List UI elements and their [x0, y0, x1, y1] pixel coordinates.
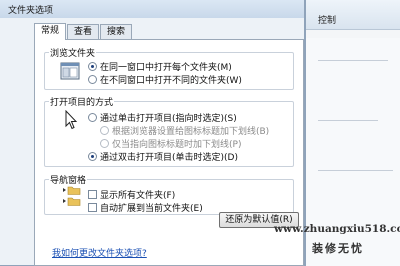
browse-same-window-label: 在同一窗口中打开每个文件夹(M) [100, 63, 232, 73]
folder-window-icon [60, 62, 80, 83]
radio-indicator [88, 75, 97, 84]
watermark-url: www.zhuangxiu518.com [274, 223, 400, 235]
double-click-open-radio[interactable]: 通过双击打开项目(单击时选定)(D) [88, 150, 238, 163]
checkbox-indicator [88, 190, 97, 199]
tab-general[interactable]: 常规 [34, 23, 67, 40]
single-click-open-radio[interactable]: 通过单击打开项目(指向时选定)(S) [88, 111, 237, 124]
tab-content-general: 浏览文件夹 在同一窗口中打开每个文件夹(M) 在不同窗口中打开不同的文件夹(W)… [34, 39, 304, 266]
browse-new-window-label: 在不同窗口中打开不同的文件夹(W) [100, 76, 242, 86]
show-all-folders-checkbox[interactable]: 显示所有文件夹(F) [88, 188, 175, 201]
dialog-title: 文件夹选项 [8, 6, 54, 16]
radio-indicator [88, 152, 97, 161]
double-click-open-label: 通过双击打开项目(单击时选定)(D) [100, 153, 238, 163]
radio-indicator [88, 62, 97, 71]
underline-browser-label: 根据浏览器设置给图标标题加下划线(B) [112, 127, 270, 137]
underline-hover-radio[interactable]: 仅当指向图标标题时加下划线(P) [100, 137, 241, 150]
tab-view[interactable]: 查看 [67, 24, 100, 39]
folder-tree-icon [60, 185, 84, 212]
show-all-folders-label: 显示所有文件夹(F) [100, 191, 176, 201]
checkbox-indicator [88, 203, 97, 212]
radio-indicator [100, 126, 109, 135]
browse-new-window-radio[interactable]: 在不同窗口中打开不同的文件夹(W) [88, 73, 242, 86]
folder-options-dialog: 文件夹选项 常规 查看 搜索 浏览文件夹 在同一窗口中打开每个文件夹(M) 在不… [0, 0, 306, 266]
tab-search[interactable]: 搜索 [100, 24, 133, 39]
auto-expand-checkbox[interactable]: 自动扩展到当前文件夹(E) [88, 201, 203, 214]
tab-strip: 常规 查看 搜索 [34, 23, 133, 40]
open-items-legend: 打开项目的方式 [50, 98, 114, 108]
browse-same-window-radio[interactable]: 在同一窗口中打开每个文件夹(M) [88, 60, 232, 73]
background-control-panel-label: 控制 [318, 16, 337, 26]
watermark-text: 装修无忧 [312, 242, 364, 255]
cursor-click-icon [64, 109, 78, 133]
single-click-open-label: 通过单击打开项目(指向时选定)(S) [100, 114, 237, 124]
dialog-titlebar[interactable]: 文件夹选项 [0, 0, 304, 18]
underline-hover-label: 仅当指向图标标题时加下划线(P) [112, 140, 242, 150]
background-divider [318, 120, 378, 121]
background-divider [318, 170, 393, 171]
auto-expand-label: 自动扩展到当前文件夹(E) [100, 204, 203, 214]
underline-browser-radio[interactable]: 根据浏览器设置给图标标题加下划线(B) [100, 124, 269, 137]
background-divider [318, 60, 388, 61]
folder-options-help-link[interactable]: 我如何更改文件夹选项? [52, 246, 147, 259]
browse-folders-legend: 浏览文件夹 [50, 49, 96, 59]
radio-indicator [88, 113, 97, 122]
radio-indicator [100, 139, 109, 148]
